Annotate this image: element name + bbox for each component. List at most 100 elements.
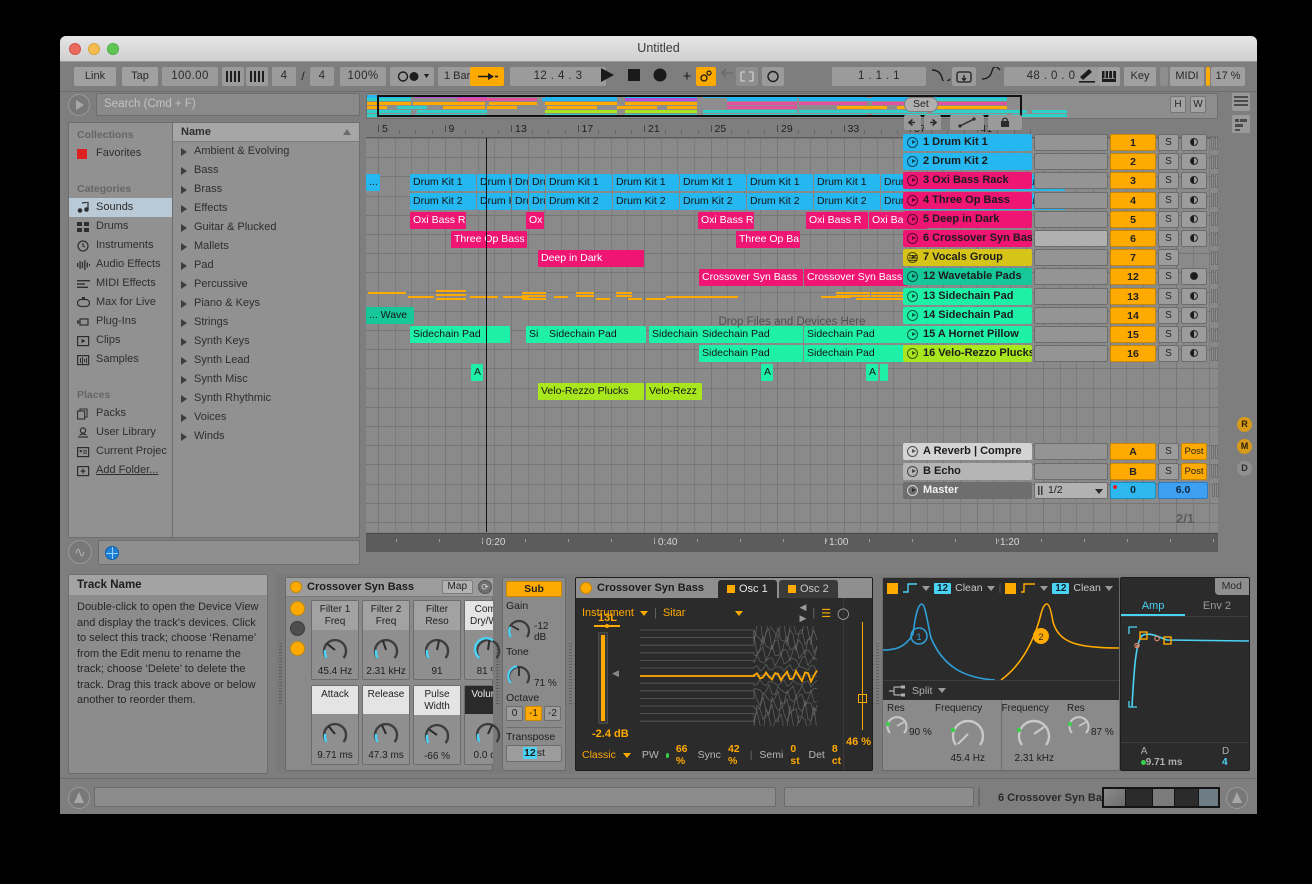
expand-triangle-icon[interactable] — [181, 148, 187, 156]
expand-triangle-icon[interactable] — [181, 300, 187, 308]
track-activator-icon[interactable] — [907, 310, 918, 321]
arrangement-clip[interactable]: ... — [366, 174, 380, 191]
automation-envelope-segment[interactable] — [706, 296, 738, 298]
macro-label[interactable]: Attack — [312, 686, 358, 714]
loop-brackets-button[interactable] — [736, 67, 758, 86]
routing-caret-icon[interactable] — [938, 688, 946, 693]
arrangement-clip[interactable]: Drum Kit 1 — [477, 174, 511, 191]
midi-map-button[interactable]: MIDI — [1170, 67, 1204, 86]
mode-caret-icon[interactable] — [623, 753, 631, 758]
track-activator-icon[interactable] — [907, 291, 918, 302]
expand-triangle-icon[interactable] — [181, 338, 187, 346]
return-post-button[interactable]: Post — [1181, 463, 1207, 480]
browser-tree-item[interactable]: Synth Misc — [173, 370, 359, 389]
automation-envelope-segment[interactable] — [436, 298, 466, 300]
arrangement-clip[interactable]: Crossover Syn Bass — [699, 269, 803, 286]
sort-arrow-icon[interactable] — [343, 129, 351, 135]
track-launch-number[interactable]: 12 — [1110, 268, 1156, 285]
tab-amp[interactable]: Amp — [1121, 597, 1185, 616]
nudge-up-button[interactable] — [246, 67, 268, 86]
freq2-knob[interactable] — [1015, 715, 1053, 753]
browser-tree-item[interactable]: Piano & Keys — [173, 294, 359, 313]
browser-toggle-arrow[interactable] — [68, 94, 90, 116]
master-activator-icon[interactable] — [907, 485, 918, 496]
sidebar-item-samples[interactable]: Samples — [69, 350, 172, 369]
device-power-led[interactable] — [290, 581, 302, 593]
return-header[interactable]: B Echo — [903, 463, 1032, 480]
track-activator-icon[interactable] — [907, 175, 918, 186]
browser-tree-item[interactable]: Mallets — [173, 237, 359, 256]
expand-triangle-icon[interactable] — [181, 357, 187, 365]
arrangement-clip[interactable] — [880, 364, 888, 381]
fade-curve-icon[interactable] — [930, 67, 952, 86]
solo-button[interactable]: S — [1158, 249, 1179, 266]
track-clip-slot[interactable] — [1034, 345, 1108, 362]
track-launch-number[interactable]: 16 — [1110, 345, 1156, 362]
sync-value[interactable]: 42 % — [728, 743, 743, 767]
expand-triangle-icon[interactable] — [181, 205, 187, 213]
solo-button[interactable]: S — [1158, 326, 1179, 343]
macro-knob[interactable] — [422, 720, 452, 750]
wavetable-wave-name[interactable]: Sitar — [663, 607, 686, 619]
amount-slider-handle[interactable] — [858, 694, 867, 703]
track-launch-number[interactable]: 3 — [1110, 172, 1156, 189]
track-launch-number[interactable]: 2 — [1110, 153, 1156, 170]
browser-tree-item[interactable]: Percussive — [173, 275, 359, 294]
master-pan-field[interactable]: 0 — [1110, 482, 1156, 499]
browser-tree-item[interactable]: Synth Rhythmic — [173, 389, 359, 408]
solo-button[interactable]: S — [1158, 134, 1179, 151]
track-clip-slot[interactable] — [1034, 230, 1108, 247]
playhead[interactable] — [486, 138, 487, 532]
macro-label[interactable]: Filter 2 Freq — [363, 601, 409, 630]
mixer-track-row[interactable]: 12 Wavetable Pads12S — [903, 268, 1229, 285]
macro-knob[interactable] — [473, 719, 503, 749]
arrangement-clip[interactable]: Oxi Bass R — [806, 212, 868, 229]
track-clip-slot[interactable] — [1034, 288, 1108, 305]
arrangement-clip[interactable]: Sidechain Pad — [546, 326, 646, 343]
arrangement-clip[interactable]: Drum Kit 2 — [512, 193, 528, 210]
solo-button[interactable]: S — [1158, 211, 1179, 228]
freq1-knob[interactable] — [949, 715, 987, 753]
filter2-enable-icon[interactable] — [1005, 583, 1016, 594]
track-launch-number[interactable]: 6 — [1110, 230, 1156, 247]
arrangement-clip[interactable]: A — [471, 364, 483, 381]
osc-gain-slider[interactable] — [598, 632, 608, 724]
link-button[interactable]: Link — [74, 67, 116, 86]
arm-record-button[interactable] — [1181, 192, 1207, 209]
map-button[interactable]: Map — [442, 580, 473, 594]
arm-record-button[interactable] — [1181, 249, 1207, 266]
sidebar-item-packs[interactable]: Packs — [69, 404, 172, 423]
transpose-field[interactable]: 12st — [506, 745, 562, 762]
browser-tree-item[interactable]: Guitar & Plucked — [173, 218, 359, 237]
play-button[interactable] — [596, 67, 620, 86]
arrangement-clip[interactable]: Drum Kit 1 — [529, 174, 545, 191]
session-record-button[interactable] — [696, 67, 716, 86]
device-drag-handle[interactable] — [276, 574, 285, 774]
expand-triangle-icon[interactable] — [181, 414, 187, 422]
track-header-2[interactable]: 2 Drum Kit 2 — [903, 153, 1032, 170]
tap-tempo-button[interactable]: Tap — [122, 67, 158, 86]
macro-label[interactable]: Filter Reso — [414, 601, 460, 630]
macro-label[interactable]: Filter 1 Freq — [312, 601, 358, 630]
loop-switch-button[interactable] — [952, 67, 976, 86]
track-clip-slot[interactable] — [1034, 192, 1108, 209]
solo-button[interactable]: S — [1158, 230, 1179, 247]
chain-list-icon[interactable] — [290, 621, 305, 636]
arm-record-button[interactable] — [1181, 134, 1207, 151]
filter-routing-label[interactable]: Split — [912, 685, 932, 697]
arrangement-clip[interactable]: Sidechain — [649, 326, 701, 343]
search-input[interactable]: Search (Cmd + F) — [96, 93, 360, 116]
arrangement-clip[interactable]: Drum Kit 1 — [546, 174, 612, 191]
arm-record-button[interactable] — [1181, 268, 1207, 285]
macro-knob[interactable] — [320, 719, 350, 749]
group-fold-icon[interactable] — [907, 252, 918, 263]
macro-toggle-icon[interactable] — [290, 601, 305, 616]
filter-response-graph[interactable]: 1 2 — [883, 598, 1119, 680]
filter1-shape-caret-icon[interactable] — [922, 586, 930, 591]
sidebar-item-midi-effects[interactable]: MIDI Effects — [69, 274, 172, 293]
arrangement-clip[interactable]: Three Op Bass — [451, 231, 527, 248]
master-track-row[interactable]: Master1/206.0 — [903, 482, 1229, 499]
nav-left-button[interactable] — [904, 115, 921, 130]
filter2-shape-caret-icon[interactable] — [1040, 586, 1048, 591]
arm-record-button[interactable] — [1181, 326, 1207, 343]
